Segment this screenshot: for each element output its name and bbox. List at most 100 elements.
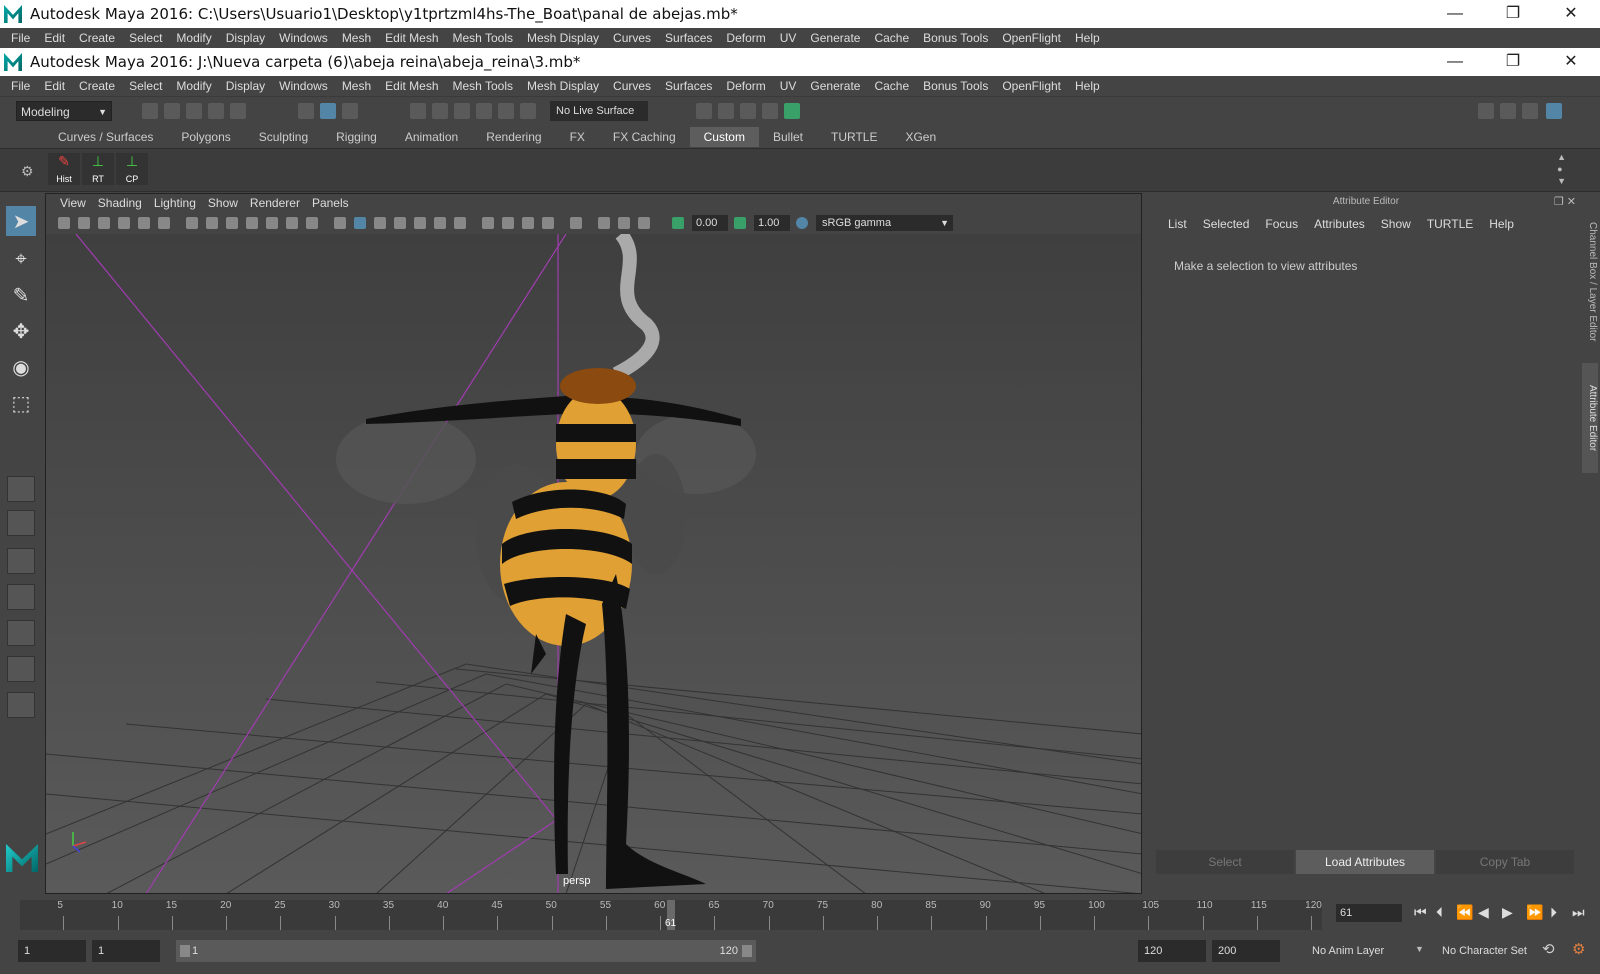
playback-start-field[interactable]: 1	[92, 940, 160, 962]
menu-deform[interactable]: Deform	[719, 79, 772, 93]
ae-load-attributes-button[interactable]: Load Attributes	[1296, 850, 1434, 874]
smooth-shade-icon[interactable]	[354, 217, 366, 229]
motion-blur-icon[interactable]	[570, 217, 582, 229]
select-object-icon[interactable]	[320, 103, 336, 119]
shelf-tab-turtle[interactable]: TURTLE	[817, 127, 891, 147]
paint-select-tool-icon[interactable]: ✎	[6, 280, 36, 310]
shelf-tab-rendering[interactable]: Rendering	[472, 127, 555, 147]
outer-menu-file[interactable]: File	[4, 31, 37, 45]
shelf-tab-animation[interactable]: Animation	[391, 127, 472, 147]
ae-menu-help[interactable]: Help	[1481, 217, 1522, 231]
ae-menu-focus[interactable]: Focus	[1257, 217, 1306, 231]
outer-menu-modify[interactable]: Modify	[169, 31, 218, 45]
shelf-scroll-icon[interactable]: ▲ ● ▼	[1557, 151, 1566, 187]
viewport-menu-shading[interactable]: Shading	[92, 196, 148, 210]
outer-maximize-button[interactable]: ❐	[1484, 0, 1542, 28]
go-to-start-icon[interactable]: ⏮	[1414, 904, 1427, 921]
menu-display[interactable]: Display	[219, 79, 272, 93]
persp-outliner-layout-icon[interactable]	[7, 620, 35, 646]
step-forward-frame-icon[interactable]: ⏵	[1550, 904, 1557, 921]
outer-menu-mesh-display[interactable]: Mesh Display	[520, 31, 606, 45]
menu-openflight[interactable]: OpenFlight	[995, 79, 1068, 93]
persp-hypershade-layout-icon[interactable]	[7, 656, 35, 682]
outer-menu-generate[interactable]: Generate	[803, 31, 867, 45]
viewport-menu-panels[interactable]: Panels	[306, 196, 355, 210]
hypershade-icon[interactable]	[784, 103, 800, 119]
gear-icon[interactable]: ⚙	[21, 163, 34, 180]
outer-menu-help[interactable]: Help	[1068, 31, 1107, 45]
viewport-menu-show[interactable]: Show	[202, 196, 244, 210]
close-icon[interactable]: ✕	[1567, 196, 1576, 208]
step-back-frame-icon[interactable]: ⏴	[1436, 904, 1443, 921]
outer-menu-cache[interactable]: Cache	[867, 31, 916, 45]
menu-select[interactable]: Select	[122, 79, 169, 93]
textured-icon[interactable]	[394, 217, 406, 229]
viewport-scene[interactable]	[46, 234, 1142, 894]
antialiasing-icon[interactable]	[598, 217, 610, 229]
outer-menu-edit-mesh[interactable]: Edit Mesh	[378, 31, 445, 45]
outer-minimize-button[interactable]: —	[1426, 0, 1484, 28]
image-plane-icon[interactable]	[118, 217, 130, 229]
menu-modify[interactable]: Modify	[169, 79, 218, 93]
scene-end-field[interactable]: 200	[1212, 940, 1280, 962]
persp-graph-layout-icon[interactable]	[7, 584, 35, 610]
viewport-persp[interactable]: View Shading Lighting Show Renderer Pane…	[45, 193, 1142, 894]
outer-menu-edit[interactable]: Edit	[37, 31, 72, 45]
bookmark-icon[interactable]	[98, 217, 110, 229]
render-view-icon[interactable]	[696, 103, 712, 119]
shelf-tab-xgen[interactable]: XGen	[891, 127, 950, 147]
shelf-tab-rigging[interactable]: Rigging	[322, 127, 391, 147]
snap-curve-icon[interactable]	[432, 103, 448, 119]
outer-menu-surfaces[interactable]: Surfaces	[658, 31, 719, 45]
ambient-occlusion-icon[interactable]	[542, 217, 554, 229]
shelf-button-hist[interactable]: ✎ Hist	[48, 153, 80, 185]
menu-edit-mesh[interactable]: Edit Mesh	[378, 79, 445, 93]
ae-menu-turtle[interactable]: TURTLE	[1419, 217, 1481, 231]
grease-pencil-icon[interactable]	[158, 217, 170, 229]
ae-copy-tab-button[interactable]: Copy Tab	[1436, 850, 1574, 874]
range-end-handle[interactable]	[742, 945, 752, 957]
menuset-dropdown[interactable]: Modeling ▼	[16, 101, 112, 121]
menu-windows[interactable]: Windows	[272, 79, 335, 93]
inner-minimize-button[interactable]: —	[1426, 48, 1484, 76]
modeling-toolkit-icon[interactable]	[1478, 103, 1494, 119]
animation-prefs-icon[interactable]: ⚙	[1572, 940, 1585, 958]
xray-components-icon[interactable]	[522, 217, 534, 229]
ae-select-button[interactable]: Select	[1156, 850, 1294, 874]
layout-menu-icon[interactable]	[7, 692, 35, 718]
film-gate-icon[interactable]	[206, 217, 218, 229]
inner-maximize-button[interactable]: ❐	[1484, 48, 1542, 76]
hud-icon[interactable]	[638, 217, 650, 229]
time-ruler[interactable]: 61 5 10 15 20 25 30 35 40 45 50 55 60 65 70 75 80 85 90 95…	[20, 900, 1322, 930]
shelf-tab-fx-caching[interactable]: FX Caching	[599, 127, 690, 147]
ae-menu-list[interactable]: List	[1160, 217, 1195, 231]
menu-generate[interactable]: Generate	[803, 79, 867, 93]
viewport-menu-lighting[interactable]: Lighting	[148, 196, 202, 210]
isolate-select-icon[interactable]	[454, 217, 466, 229]
grid-icon[interactable]	[186, 217, 198, 229]
chevron-down-icon[interactable]: ▼	[1415, 944, 1424, 954]
menu-uv[interactable]: UV	[773, 79, 804, 93]
xray-icon[interactable]	[482, 217, 494, 229]
outer-menu-windows[interactable]: Windows	[272, 31, 335, 45]
outer-menu-uv[interactable]: UV	[773, 31, 804, 45]
render-frame-icon[interactable]	[718, 103, 734, 119]
outer-menu-create[interactable]: Create	[72, 31, 122, 45]
2d-pan-zoom-icon[interactable]	[138, 217, 150, 229]
save-scene-icon[interactable]	[186, 103, 202, 119]
resolution-gate-icon[interactable]	[226, 217, 238, 229]
camera-select-icon[interactable]	[58, 217, 70, 229]
new-scene-icon[interactable]	[142, 103, 158, 119]
go-to-end-icon[interactable]: ⏭	[1572, 904, 1585, 921]
snap-surface-icon[interactable]	[498, 103, 514, 119]
lights-icon[interactable]	[414, 217, 426, 229]
shelf-tab-fx[interactable]: FX	[556, 127, 599, 147]
shelf-tab-sculpting[interactable]: Sculpting	[245, 127, 322, 147]
depth-of-field-icon[interactable]	[618, 217, 630, 229]
tab-attribute-editor[interactable]: Attribute Editor	[1582, 363, 1598, 473]
menu-file[interactable]: File	[4, 79, 37, 93]
shelf-tab-curves-surfaces[interactable]: Curves / Surfaces	[44, 127, 167, 147]
snap-point-icon[interactable]	[454, 103, 470, 119]
safe-action-icon[interactable]	[286, 217, 298, 229]
safe-title-icon[interactable]	[306, 217, 318, 229]
